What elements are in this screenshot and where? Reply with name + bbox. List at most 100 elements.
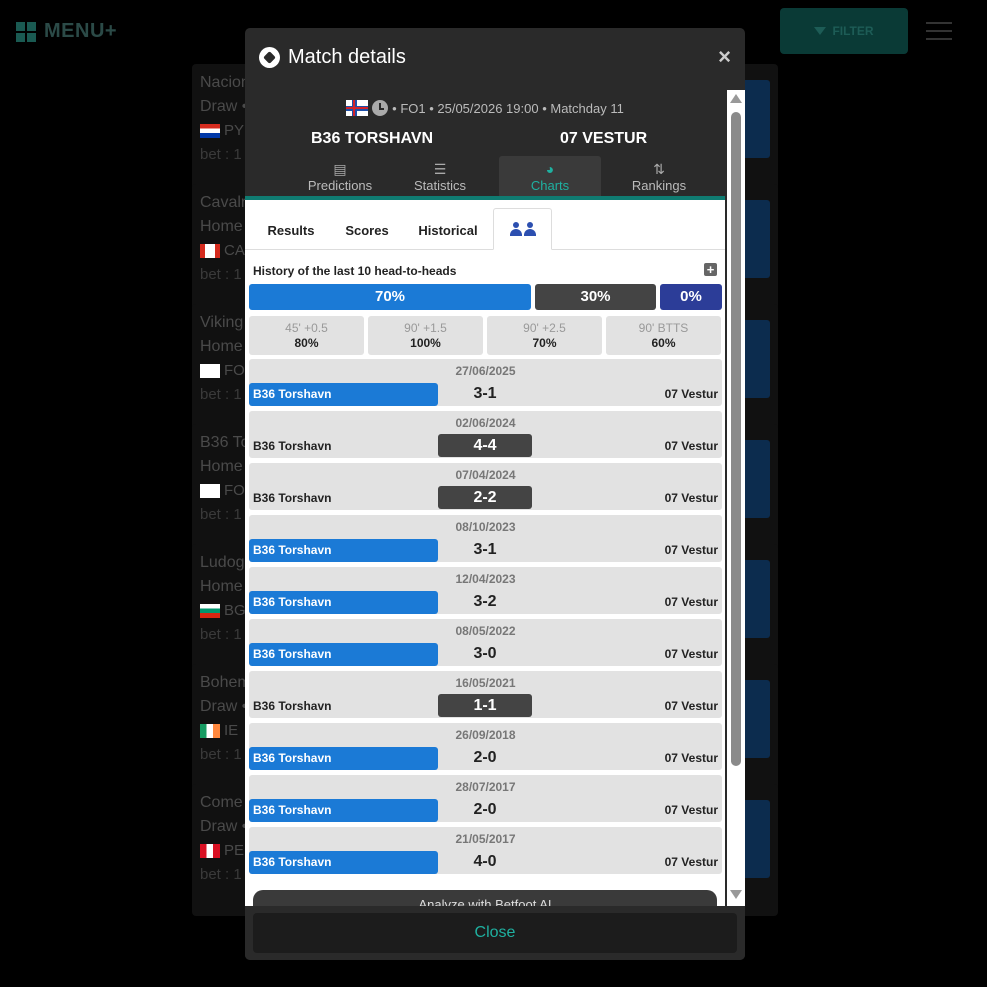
tab-label: Rankings <box>631 178 687 193</box>
match-away-team: 07 Vestur <box>664 439 718 453</box>
card-title: Cavalr <box>200 194 247 211</box>
match-date: 08/10/2023 <box>455 520 516 534</box>
tab-statistics[interactable]: ☰ Statistics <box>389 156 491 196</box>
match-score: 2-2 <box>438 486 532 509</box>
stat-box: 90' +1.5 100% <box>368 316 483 355</box>
h2h-match-row[interactable]: 26/09/2018 B36 Torshavn 2-0 07 Vestur <box>249 723 722 770</box>
modal-title: Match details <box>288 46 406 68</box>
clock-icon <box>372 100 389 116</box>
expand-plus-icon[interactable]: + <box>704 263 717 276</box>
card-subtitle: Draw • <box>200 698 248 715</box>
menu-logo[interactable]: MENU+ <box>16 20 117 43</box>
subtab-historical[interactable]: Historical <box>411 212 485 250</box>
match-date: 21/05/2017 <box>455 832 516 846</box>
match-date: 28/07/2017 <box>455 780 516 794</box>
match-away-team: 07 Vestur <box>664 647 718 661</box>
country-flag-icon <box>200 124 220 138</box>
h2h-match-row[interactable]: 07/04/2024 B36 Torshavn 2-2 07 Vestur <box>249 463 722 510</box>
main-tabs: ▤ Predictions ☰ Statistics ◕ Charts ⇅ Ra… <box>245 156 725 196</box>
match-score: 3-1 <box>473 385 497 402</box>
h2h-match-row[interactable]: 16/05/2021 B36 Torshavn 1-1 07 Vestur <box>249 671 722 718</box>
tab-predictions[interactable]: ▤ Predictions <box>289 156 391 196</box>
match-score: 1-1 <box>438 694 532 717</box>
scrollbar[interactable] <box>727 90 745 906</box>
card-action[interactable] <box>742 440 770 518</box>
modal-header: Match details <box>259 46 406 69</box>
match-score: 3-0 <box>473 645 497 662</box>
grid-icon <box>16 21 36 42</box>
card-subtitle: Draw • <box>200 98 248 115</box>
subtab-scores[interactable]: Scores <box>335 212 399 250</box>
sort-icon: ⇅ <box>653 161 665 177</box>
match-date: 07/04/2024 <box>455 468 516 482</box>
match-away-team: 07 Vestur <box>664 803 718 817</box>
match-away-team: 07 Vestur <box>664 751 718 765</box>
card-subtitle: Home <box>200 338 243 355</box>
home-team-name: B36 TORSHAVN <box>311 130 434 147</box>
soccer-ball-icon <box>259 47 280 68</box>
stat-box: 90' BTTS 60% <box>606 316 721 355</box>
tab-rankings[interactable]: ⇅ Rankings <box>608 156 710 196</box>
filter-label: FILTER <box>832 24 874 38</box>
filter-button[interactable]: FILTER <box>780 8 908 54</box>
card-bet: bet : 1 <box>200 266 242 283</box>
sub-tabs: Results Scores Historical <box>245 200 725 250</box>
match-home-team: B36 Torshavn <box>249 747 438 770</box>
close-icon[interactable]: × <box>718 44 731 70</box>
tab-charts[interactable]: ◕ Charts <box>499 156 601 196</box>
country-code: IE <box>224 722 239 739</box>
match-away-team: 07 Vestur <box>664 595 718 609</box>
stat-label: 90' +1.5 <box>404 321 447 335</box>
subtab-results[interactable]: Results <box>259 212 323 250</box>
subtab-head-to-head[interactable] <box>493 208 552 250</box>
match-score: 4-0 <box>473 853 497 870</box>
hamburger-icon[interactable] <box>926 22 952 40</box>
match-home-team: B36 Torshavn <box>249 799 438 822</box>
card-action[interactable] <box>742 560 770 638</box>
card-subtitle: Home <box>200 218 243 235</box>
card-bet: bet : 1 <box>200 506 242 523</box>
match-score: 2-0 <box>473 801 497 818</box>
h2h-match-row[interactable]: 02/06/2024 B36 Torshavn 4-4 07 Vestur <box>249 411 722 458</box>
card-action[interactable] <box>742 200 770 278</box>
stat-box: 45' +0.5 80% <box>249 316 364 355</box>
card-action[interactable] <box>742 320 770 398</box>
card-subtitle: Home <box>200 458 243 475</box>
menu-label: MENU+ <box>44 20 118 42</box>
card-action[interactable] <box>742 80 770 158</box>
close-button[interactable]: Close <box>253 913 737 953</box>
h2h-match-row[interactable]: 28/07/2017 B36 Torshavn 2-0 07 Vestur <box>249 775 722 822</box>
card-bet: bet : 1 <box>200 386 242 403</box>
match-away-team: 07 Vestur <box>664 855 718 869</box>
h2h-title: History of the last 10 head-to-heads <box>253 264 457 278</box>
card-bet: bet : 1 <box>200 146 242 163</box>
country-flag-icon <box>200 484 220 498</box>
scroll-down-icon[interactable] <box>730 890 742 899</box>
scroll-thumb[interactable] <box>731 112 741 766</box>
predictions-icon: ▤ <box>333 161 347 177</box>
away-team-name: 07 VESTUR <box>560 130 648 147</box>
h2h-match-row[interactable]: 12/04/2023 B36 Torshavn 3-2 07 Vestur <box>249 567 722 614</box>
h2h-match-row[interactable]: 08/10/2023 B36 Torshavn 3-1 07 Vestur <box>249 515 722 562</box>
charts-content: Results Scores Historical History of the… <box>245 200 725 906</box>
card-bet: bet : 1 <box>200 746 242 763</box>
h2h-match-row[interactable]: 21/05/2017 B36 Torshavn 4-0 07 Vestur <box>249 827 722 874</box>
match-away-team: 07 Vestur <box>664 699 718 713</box>
modal-scroll-area[interactable]: • FO1 • 25/05/2026 19:00 • Matchday 11 B… <box>245 90 745 906</box>
card-action[interactable] <box>742 680 770 758</box>
card-title: Viking <box>200 314 244 331</box>
match-date: 02/06/2024 <box>455 416 516 430</box>
card-action[interactable] <box>742 800 770 878</box>
sliders-icon: ☰ <box>433 161 447 177</box>
h2h-match-row[interactable]: 27/06/2025 B36 Torshavn 3-1 07 Vestur <box>249 359 722 406</box>
card-bet: bet : 1 <box>200 866 242 883</box>
h2h-match-row[interactable]: 08/05/2022 B36 Torshavn 3-0 07 Vestur <box>249 619 722 666</box>
filter-icon <box>814 27 827 35</box>
home-win-percentage: 70% <box>249 284 531 310</box>
match-home-team: B36 Torshavn <box>249 383 438 406</box>
tab-label: Statistics <box>413 178 466 193</box>
match-score: 3-1 <box>473 541 497 558</box>
scroll-up-icon[interactable] <box>730 94 742 103</box>
card-subtitle: Home <box>200 578 243 595</box>
stat-value: 70% <box>532 336 557 350</box>
